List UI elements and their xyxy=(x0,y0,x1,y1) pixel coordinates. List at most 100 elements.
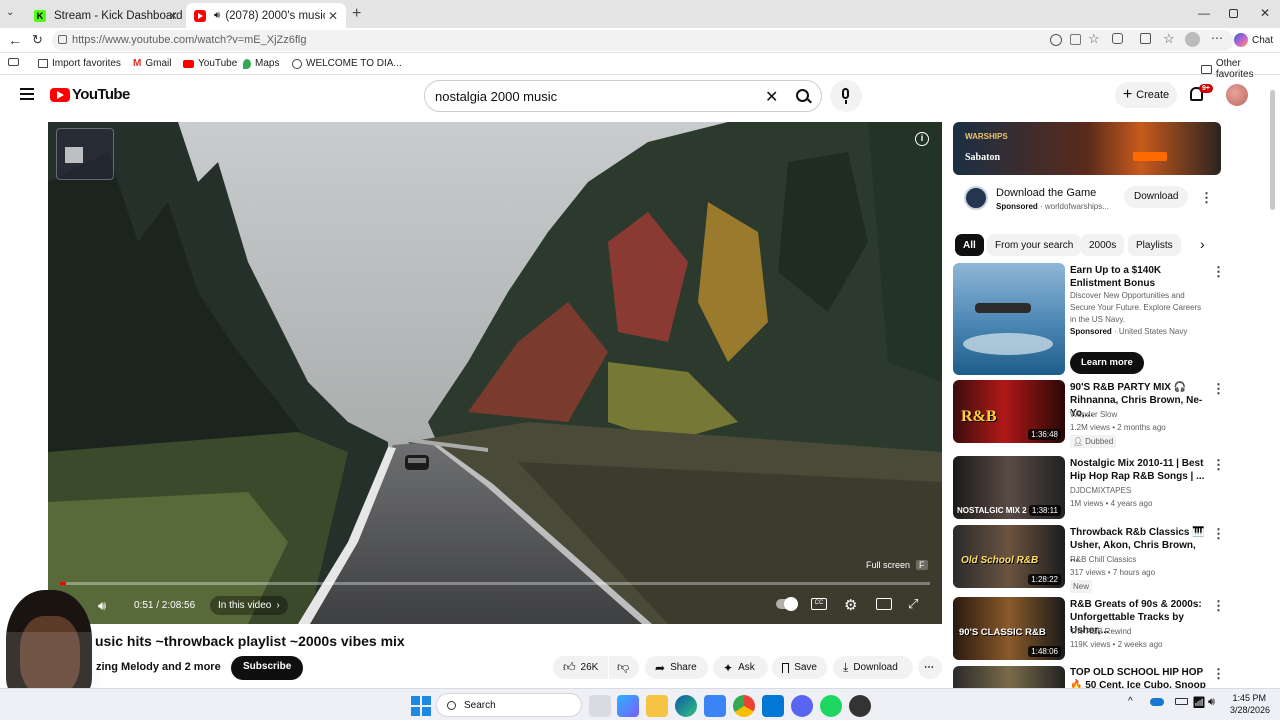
search-box[interactable]: nostalgia 2000 music ✕ xyxy=(424,80,822,112)
ad-download-button[interactable]: Download xyxy=(1124,186,1189,208)
settings-gear-icon[interactable]: ⚙︎ xyxy=(844,596,857,614)
tab-youtube-video[interactable]: 🔊︎ (2078) 2000's music hits ~thro ✕ xyxy=(186,3,346,28)
sidebar-thumb-rnb-greats[interactable]: 90'S CLASSIC R&B 1:48:06 xyxy=(953,597,1065,660)
m365-icon[interactable] xyxy=(617,695,639,717)
chip-all[interactable]: All xyxy=(955,234,984,256)
chapter-button[interactable]: In this video › xyxy=(210,596,288,615)
sidebar-title[interactable]: TOP OLD SCHOOL HIP HOP 🔥 50 Cent, Ice Cu… xyxy=(1070,666,1206,688)
translate-icon[interactable] xyxy=(1050,34,1062,46)
more-icon[interactable]: ⋮ xyxy=(1212,598,1225,614)
search-input[interactable]: nostalgia 2000 music xyxy=(435,89,557,104)
ask-button[interactable]: ✦ Ask xyxy=(713,656,768,679)
mail-icon[interactable] xyxy=(762,695,784,717)
hamburger-menu-icon[interactable] xyxy=(20,88,34,100)
collections-icon[interactable] xyxy=(1140,33,1151,44)
save-button[interactable]: Save xyxy=(772,656,827,679)
tab-actions-button[interactable]: ⌄ xyxy=(6,7,20,21)
tab-kick-dashboard[interactable]: K Stream - Kick Dashboard ✕ xyxy=(26,3,186,28)
refresh-icon[interactable]: ↻ xyxy=(32,32,43,48)
sidebar-channel[interactable]: R&B Chill Classics xyxy=(1070,553,1136,566)
like-button[interactable]: 👍︎ 26K xyxy=(553,656,608,679)
file-explorer-icon[interactable] xyxy=(646,695,668,717)
discord-icon[interactable] xyxy=(791,695,813,717)
sidebar-thumb-navy[interactable] xyxy=(953,263,1065,375)
sidebar-thumb-rnb-party[interactable]: R&B 1:36:48 xyxy=(953,380,1065,443)
sidebar-channel[interactable]: DJDCMIXTAPES xyxy=(1070,484,1131,497)
extensions-icon[interactable] xyxy=(1112,33,1123,44)
fav-welcome[interactable]: WELCOME TO DIA... xyxy=(292,58,402,69)
dislike-button[interactable]: 👎︎ xyxy=(609,656,639,679)
theater-mode-icon[interactable] xyxy=(876,598,892,610)
share-button[interactable]: ➦ Share xyxy=(645,656,708,679)
store-icon[interactable] xyxy=(704,695,726,717)
video-player[interactable]: i Full screen F 🔊︎ 0:51 / 2:08:56 In thi… xyxy=(48,122,942,624)
fav-gmail[interactable]: M Gmail xyxy=(133,58,171,69)
profile-avatar[interactable] xyxy=(1185,32,1200,47)
close-tab-icon[interactable]: ✕ xyxy=(328,9,338,23)
progress-bar[interactable] xyxy=(60,582,930,585)
subscribe-button[interactable]: Subscribe xyxy=(231,656,304,680)
clear-search-icon[interactable]: ✕ xyxy=(765,87,778,107)
clock-time[interactable]: 1:45 PM xyxy=(1226,693,1266,703)
youtube-logo[interactable]: YouTube xyxy=(50,86,130,103)
back-icon[interactable]: ← xyxy=(8,32,22,48)
fav-youtube[interactable]: YouTube xyxy=(183,58,237,69)
info-icon[interactable]: i xyxy=(915,132,929,146)
sidebar-thumb-throwback[interactable]: Old School R&B 1:28:22 xyxy=(953,525,1065,588)
fav-maps[interactable]: Maps xyxy=(243,58,279,69)
chevron-right-icon[interactable]: › xyxy=(1200,236,1205,252)
split-screen-icon[interactable] xyxy=(1070,34,1081,45)
site-info-icon[interactable] xyxy=(58,35,67,44)
restore-button[interactable] xyxy=(1229,9,1238,18)
spotify-icon[interactable] xyxy=(820,695,842,717)
chip-from-search[interactable]: From your search xyxy=(987,234,1082,256)
sidebar-channel[interactable]: Wander Slow xyxy=(1070,408,1117,421)
captions-icon[interactable]: CC xyxy=(811,598,827,610)
more-icon[interactable]: ⋮ xyxy=(1212,666,1225,682)
learn-more-button[interactable]: Learn more xyxy=(1070,352,1144,374)
more-menu-icon[interactable]: ⋯ xyxy=(1211,31,1223,45)
edge-icon[interactable] xyxy=(675,695,697,717)
onedrive-icon[interactable] xyxy=(1150,698,1164,706)
chip-2000s[interactable]: 2000s xyxy=(1081,234,1125,256)
chrome-icon[interactable] xyxy=(733,695,755,717)
sidebar-thumb-nostalgic[interactable]: NOSTALGIC MIX 2 1:38:11 xyxy=(953,456,1065,519)
app-icon[interactable] xyxy=(849,695,871,717)
close-window-button[interactable]: ✕ xyxy=(1260,6,1270,20)
voice-search-button[interactable] xyxy=(830,80,862,112)
more-icon[interactable]: ⋮ xyxy=(1212,457,1225,473)
more-icon[interactable]: ⋮ xyxy=(1212,526,1225,542)
chip-playlists[interactable]: Playlists xyxy=(1128,234,1181,256)
close-tab-icon[interactable]: ✕ xyxy=(168,9,178,23)
battery-icon[interactable] xyxy=(1175,698,1188,705)
volume-tray-icon[interactable]: 🔊︎ xyxy=(1208,696,1215,709)
channel-name[interactable]: zing Melody and 2 more xyxy=(96,661,221,673)
clock-date[interactable]: 3/28/2026 xyxy=(1222,705,1270,715)
more-icon[interactable]: ⋮ xyxy=(1212,381,1225,397)
tray-chevron-icon[interactable]: ^ xyxy=(1128,696,1133,707)
copilot-icon[interactable] xyxy=(1234,33,1248,47)
account-avatar[interactable] xyxy=(1226,84,1248,106)
new-tab-button[interactable]: + xyxy=(352,5,361,23)
speaker-icon[interactable]: 🔊︎ xyxy=(214,10,220,21)
fullscreen-icon[interactable]: ⤢ xyxy=(908,596,918,612)
sidebar-title[interactable]: Earn Up to a $140K Enlistment Bonus xyxy=(1070,264,1202,290)
task-view-icon[interactable] xyxy=(589,695,611,717)
sidebar-channel[interactable]: The R&B Rewind xyxy=(1070,625,1131,638)
sidebar-title[interactable]: Nostalgic Mix 2010-11 | Best Hip Hop Rap… xyxy=(1070,457,1206,483)
fav-import[interactable]: Import favorites xyxy=(38,58,121,69)
ad-banner[interactable]: WARSHIPS Sabaton xyxy=(953,122,1221,175)
favorites-icon[interactable]: ☆ xyxy=(1163,31,1175,47)
download-button[interactable]: ⤓ Download xyxy=(833,656,913,679)
ad-title[interactable]: Download the Game xyxy=(996,187,1096,199)
more-icon[interactable]: ⋮ xyxy=(1212,264,1225,280)
create-button[interactable]: + Create xyxy=(1115,82,1177,108)
sidebar-thumb-oldschool[interactable] xyxy=(953,666,1065,688)
page-scrollbar[interactable] xyxy=(1270,90,1275,210)
favorite-star-icon[interactable]: ☆ xyxy=(1088,31,1100,47)
more-actions-button[interactable]: ⋯ xyxy=(918,656,942,679)
wifi-icon[interactable]: 📶︎ xyxy=(1192,696,1206,709)
start-button[interactable] xyxy=(410,695,431,717)
sidebar-toggle-icon[interactable] xyxy=(8,58,19,66)
chat-label[interactable]: Chat xyxy=(1252,35,1273,46)
